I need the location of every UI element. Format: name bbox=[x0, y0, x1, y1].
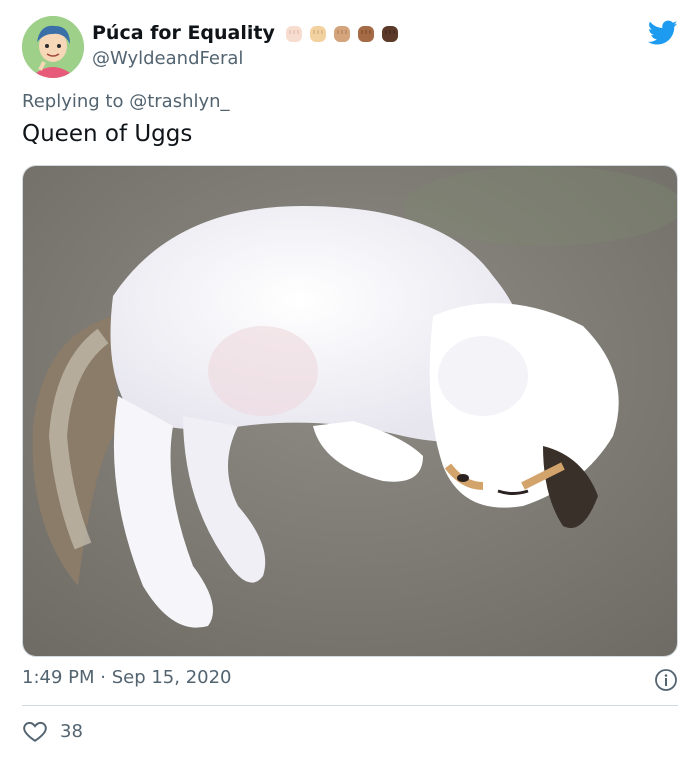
like-action[interactable]: 38 bbox=[22, 718, 83, 744]
raised-fist-icon bbox=[333, 26, 350, 42]
avatar[interactable] bbox=[22, 16, 84, 78]
display-name[interactable]: Púca for Equality bbox=[92, 22, 275, 44]
tweet-image[interactable] bbox=[22, 165, 678, 657]
author-names: Púca for Equality @WyldeandFeral bbox=[92, 22, 401, 69]
raised-fist-icon bbox=[381, 26, 398, 42]
user-handle[interactable]: @WyldeandFeral bbox=[92, 48, 401, 69]
twitter-bird-icon[interactable] bbox=[648, 20, 678, 46]
info-icon[interactable] bbox=[654, 668, 678, 692]
tweet-text: Queen of Uggs bbox=[22, 121, 193, 147]
raised-fist-icon bbox=[309, 26, 326, 42]
tweet-header: Púca for Equality @WyldeandFeral bbox=[22, 16, 678, 78]
replying-to[interactable]: Replying to @trashlyn_ bbox=[22, 91, 230, 112]
fist-emojis bbox=[283, 22, 401, 44]
raised-fist-icon bbox=[357, 26, 374, 42]
raised-fist-icon bbox=[285, 26, 302, 42]
tweet-timestamp[interactable]: 1:49 PM · Sep 15, 2020 bbox=[22, 667, 232, 688]
divider bbox=[22, 705, 678, 706]
cat-photo bbox=[23, 166, 677, 656]
display-name-row[interactable]: Púca for Equality bbox=[92, 22, 401, 44]
like-count: 38 bbox=[60, 720, 83, 742]
heart-icon[interactable] bbox=[22, 718, 48, 744]
